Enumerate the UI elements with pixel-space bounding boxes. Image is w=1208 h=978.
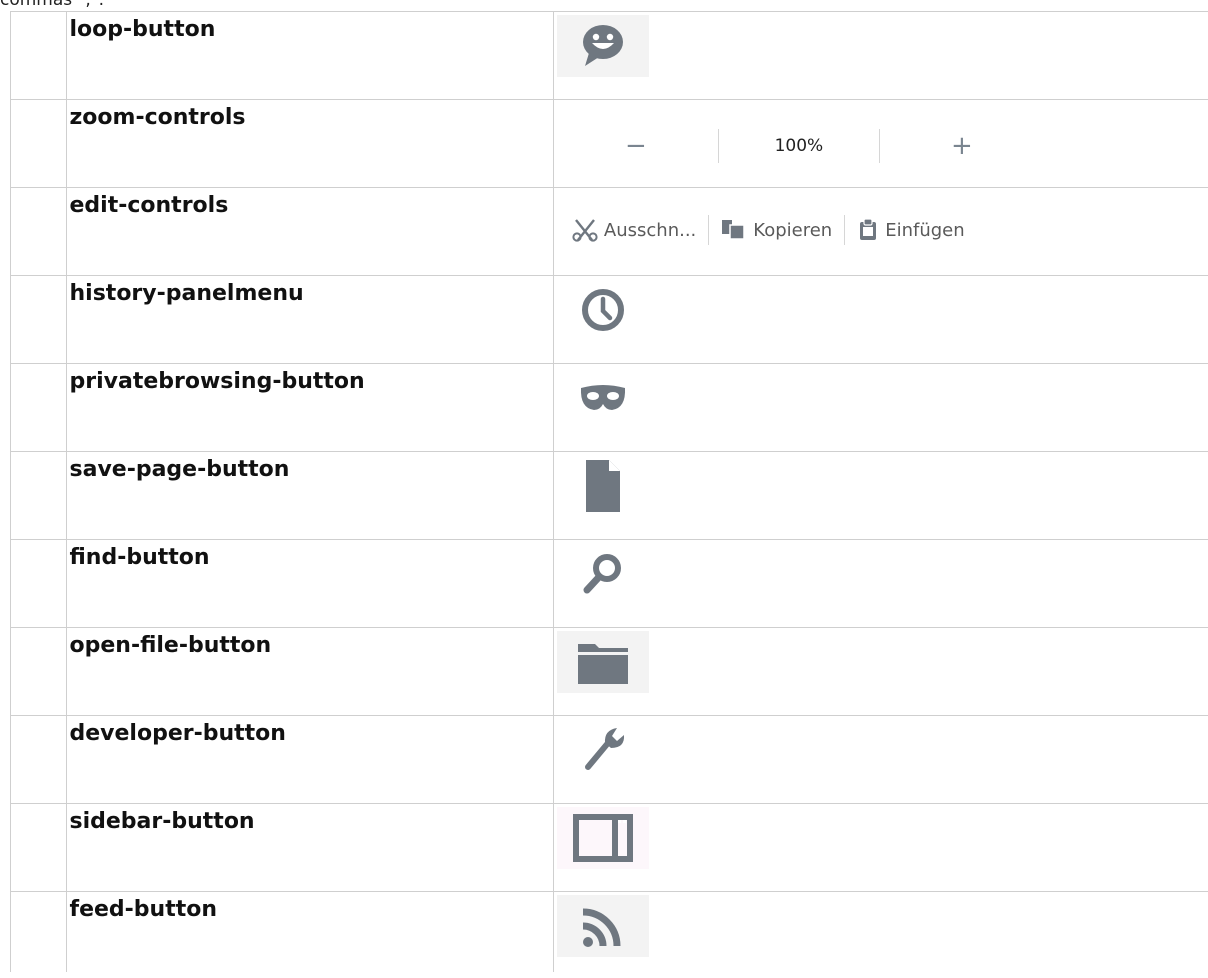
- clock-icon: [581, 289, 624, 331]
- folder-icon: [577, 644, 628, 684]
- smiley-speech-icon: [582, 25, 623, 66]
- sidebar-icon: [572, 814, 633, 862]
- row-name: zoom-controls: [69, 105, 246, 130]
- table-row: developer-button: [10, 715, 1208, 804]
- scissors-icon: [572, 219, 598, 242]
- divider: [708, 215, 710, 245]
- open-file-button[interactable]: [556, 631, 649, 693]
- zoom-controls: − 100% +: [554, 123, 1208, 169]
- rss-icon: [582, 908, 621, 947]
- table-row: loop-button: [10, 11, 1208, 100]
- divider: [844, 215, 846, 245]
- table-row: sidebar-button: [10, 803, 1208, 892]
- developer-button[interactable]: [556, 719, 649, 781]
- row-name: open-file-button: [69, 633, 272, 658]
- row-name: edit-controls: [69, 193, 229, 218]
- magnifier-icon: [583, 554, 621, 594]
- row-name: privatebrowsing-button: [69, 369, 365, 394]
- clipboard-icon: [860, 218, 877, 240]
- cut-label: Ausschn...: [603, 219, 697, 241]
- copy-button[interactable]: Kopieren: [721, 219, 832, 241]
- table-row: open-file-button: [10, 627, 1208, 716]
- feed-button[interactable]: [556, 895, 649, 957]
- sidebar-button[interactable]: [556, 807, 649, 869]
- row-name: developer-button: [69, 721, 286, 746]
- paste-button[interactable]: Einfügen: [857, 218, 965, 242]
- loop-button[interactable]: [556, 15, 649, 77]
- privatebrowsing-button[interactable]: [556, 367, 649, 429]
- save-page-button[interactable]: [556, 455, 649, 517]
- copy-label: Kopieren: [753, 219, 833, 241]
- row-name: history-panelmenu: [69, 281, 304, 306]
- wrench-icon: [584, 728, 624, 770]
- table-row: find-button: [10, 539, 1208, 628]
- table-row: edit-controls Ausschn... Kopieren Einfüg…: [10, 187, 1208, 276]
- find-button[interactable]: [556, 543, 649, 605]
- edit-controls: Ausschn... Kopieren Einfügen: [554, 212, 1208, 248]
- row-name: feed-button: [69, 897, 218, 922]
- mask-icon: [580, 385, 625, 410]
- copy-icon: [722, 220, 746, 240]
- row-name: find-button: [69, 545, 210, 570]
- zoom-reset-button[interactable]: 100%: [719, 136, 879, 156]
- zoom-out-button[interactable]: −: [554, 131, 718, 161]
- zoom-in-button[interactable]: +: [880, 131, 1044, 161]
- page-icon: [585, 460, 620, 512]
- paste-label: Einfügen: [885, 219, 965, 241]
- table-row: save-page-button: [10, 451, 1208, 540]
- table-row: zoom-controls − 100% +: [10, 99, 1208, 188]
- row-name: sidebar-button: [69, 809, 255, 834]
- history-panelmenu[interactable]: [556, 279, 649, 341]
- button-table: loop-button zoom-controls − 100% + edit-…: [10, 11, 1208, 972]
- intro-text: commas ",".: [0, 0, 104, 10]
- table-row: history-panelmenu: [10, 275, 1208, 364]
- cut-button[interactable]: Ausschn...: [572, 218, 696, 242]
- row-name: loop-button: [69, 17, 216, 42]
- table-row: privatebrowsing-button: [10, 363, 1208, 452]
- row-name: save-page-button: [69, 457, 290, 482]
- table-row: feed-button: [10, 891, 1208, 972]
